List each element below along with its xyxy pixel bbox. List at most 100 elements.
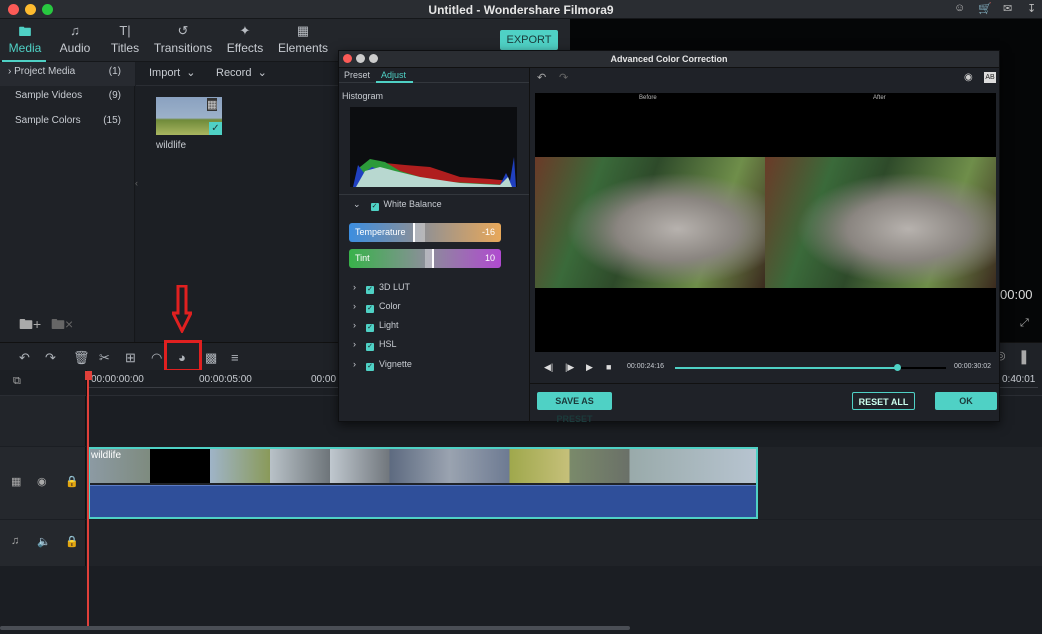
undo-icon[interactable]: ↶ [537,71,546,84]
section-label: HSL [379,339,397,349]
tab-label: Elements [278,41,329,55]
temperature-slider[interactable]: Temperature -16 [349,223,501,242]
tab-label: Titles [110,41,140,55]
histogram-graph [353,157,516,187]
horizontal-scrollbar[interactable] [0,626,630,630]
slider-value: 10 [484,253,495,263]
playhead[interactable] [87,372,89,626]
delete-icon[interactable]: 🗑 [73,350,90,366]
compare-ab-icon[interactable]: AB [984,72,996,83]
after-frame [765,157,996,288]
export-button[interactable]: EXPORT [500,30,558,50]
play-icon[interactable]: ▶ [586,362,593,373]
item-label: Project Media [14,66,76,77]
highlight-box [164,340,202,372]
playhead-handle[interactable] [85,371,92,380]
prev-frame-icon[interactable]: ◀| [544,362,553,373]
video-track-icon: ▦ [11,476,22,488]
red-arrow-annotation [170,284,194,335]
add-track-icon[interactable]: ⧉ [13,375,21,388]
record-label: Record [216,67,252,79]
music-note-icon: ♫ [70,23,80,38]
fullscreen-icon[interactable]: ⤢ [1020,317,1029,330]
import-dropdown[interactable]: Import ⌄ [149,66,196,79]
tab-titles[interactable]: T| Titles [106,23,144,55]
tab-effects[interactable]: ✦ Effects [225,23,265,55]
library-item-sample-colors[interactable]: Sample Colors (15) [0,111,135,135]
section-hsl[interactable]: › ✓ HSL [353,337,397,351]
speed-icon[interactable]: ◠ [151,350,162,366]
ruler-tick: 00:00:00:00 [91,374,144,385]
section-checkbox[interactable]: ✓ [366,305,374,313]
section-label: Color [379,301,401,311]
stop-icon[interactable]: ■ [606,362,611,372]
section-checkbox[interactable]: ✓ [366,286,374,294]
tab-preset[interactable]: Preset [344,70,370,80]
section-3d-lut[interactable]: › ✓ 3D LUT [353,280,410,294]
cut-icon[interactable]: ✂ [99,350,110,366]
collapse-panel-handle[interactable]: ‹ [135,178,138,188]
tab-audio[interactable]: ♫ Audio [58,23,92,55]
redo-icon[interactable]: ↷ [559,71,568,84]
active-tab-indicator [376,81,413,83]
audio-track-lane [87,520,1042,566]
tint-slider-handle[interactable] [425,249,434,268]
reset-all-button[interactable]: RESET ALL [852,392,915,410]
library-item-sample-videos[interactable]: Sample Videos (9) [0,86,135,110]
section-checkbox[interactable]: ✓ [366,324,374,332]
temperature-slider-handle[interactable] [413,223,425,242]
download-icon[interactable]: ↧ [1027,2,1036,15]
section-color[interactable]: › ✓ Color [353,299,401,313]
undo-icon[interactable]: ↶ [19,350,30,366]
after-label: After [873,95,886,101]
video-film-icon: ▦ [207,98,218,111]
crop-icon[interactable]: ⊞ [125,350,136,366]
green-screen-icon[interactable]: ▩ [205,350,217,366]
tab-adjust[interactable]: Adjust [381,70,406,80]
ok-button[interactable]: OK [935,392,997,410]
cart-icon[interactable]: 🛒 [978,2,992,15]
next-frame-icon[interactable]: |▶ [565,362,574,373]
redo-icon[interactable]: ↷ [45,350,56,366]
mail-icon[interactable]: ✉ [1003,2,1012,15]
section-vignette[interactable]: › ✓ Vignette [353,357,412,371]
video-clip-wildlife[interactable]: wildlife [88,447,758,519]
account-icon[interactable]: ☺ [954,2,965,14]
library-panel: › Project Media (1) Sample Videos (9) Samp… [0,62,135,342]
before-label: Before [639,95,657,101]
tint-slider[interactable]: Tint 10 [349,249,501,268]
tab-elements[interactable]: ▦ Elements [278,23,328,55]
section-checkbox[interactable]: ✓ [366,343,374,351]
speaker-icon[interactable]: 🔈 [37,535,51,548]
new-folder-icon[interactable]: 🖿+ [19,314,41,338]
dialog-tabs: Preset Adjust [339,68,529,83]
pane-divider [529,68,530,422]
lock-icon[interactable]: 🔒 [65,535,79,548]
lock-icon[interactable]: 🔒 [65,475,79,488]
preview-eye-icon[interactable]: ◉ [964,72,973,83]
section-label: Vignette [379,359,412,369]
progress-handle[interactable] [894,364,902,371]
delete-folder-icon[interactable]: 🖿× [51,314,73,338]
record-dropdown[interactable]: Record ⌄ [216,66,267,79]
tab-media[interactable]: 🖿 Media [4,23,46,55]
before-frame [535,157,765,288]
tab-transitions[interactable]: ↺ Transitions [153,23,213,55]
preview-time: 00:00 [1000,287,1033,302]
section-checkbox[interactable]: ✓ [366,363,374,371]
current-time: 00:00:24:16 [627,363,664,370]
section-light[interactable]: › ✓ Light [353,318,399,332]
tab-label: Effects [226,41,264,55]
save-as-preset-button[interactable]: SAVE AS PRESET [537,392,612,424]
section-white-balance[interactable]: ⌄ ✓ White Balance [353,197,442,211]
white-balance-checkbox[interactable]: ✓ [370,203,379,211]
item-count: (9) [108,90,121,101]
section-label: White Balance [383,199,442,209]
section-label: Light [379,320,399,330]
adjust-sliders-icon[interactable]: ≡ [231,350,239,365]
progress-track[interactable] [675,364,946,371]
visibility-eye-icon[interactable]: ◉ [37,475,47,488]
effects-icon: ✦ [239,23,251,38]
audio-meter-icon: ❚ [1018,348,1030,364]
library-item-project-media[interactable]: › Project Media (1) [0,62,135,86]
